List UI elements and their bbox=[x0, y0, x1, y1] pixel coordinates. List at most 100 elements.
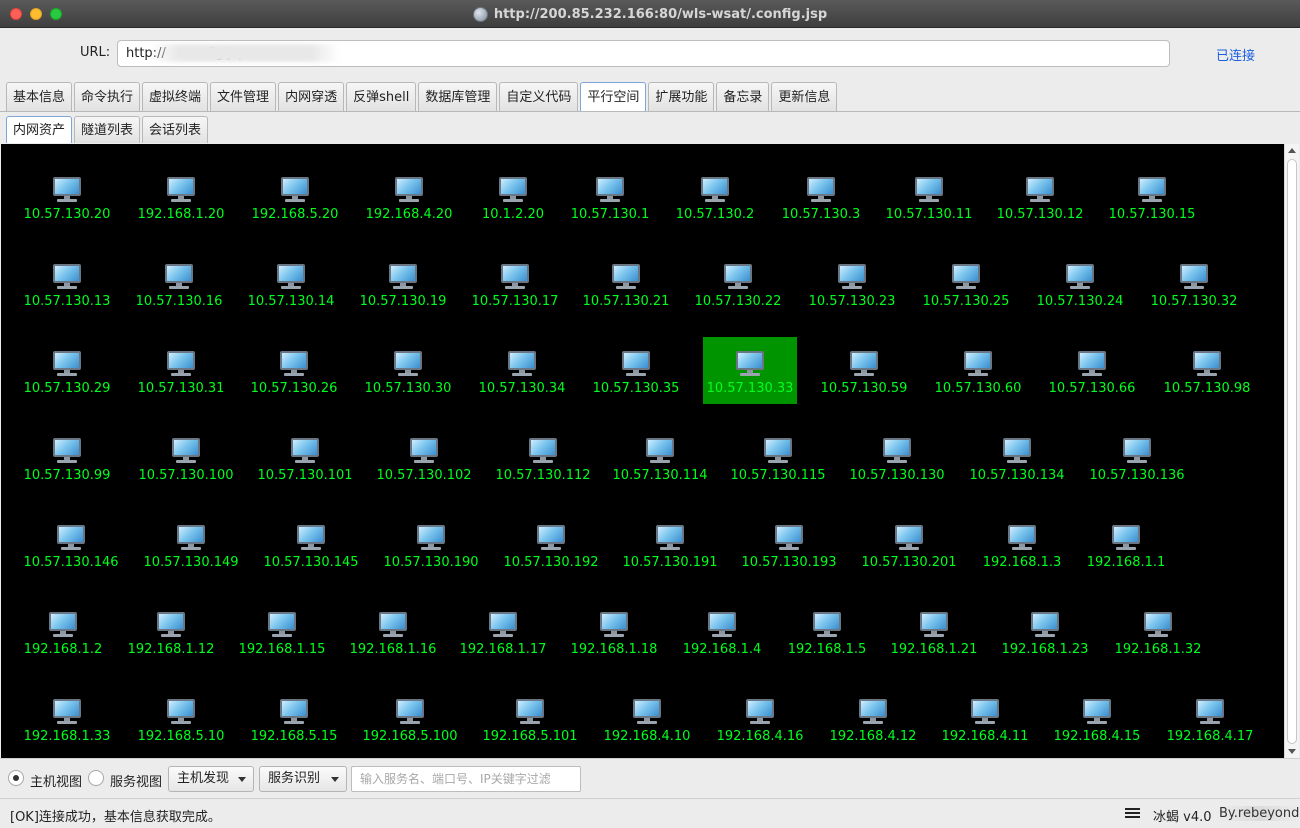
host-node[interactable]: 10.57.130.100 bbox=[131, 438, 241, 498]
host-node[interactable]: 10.57.130.14 bbox=[236, 264, 346, 324]
host-node[interactable]: 192.168.1.4 bbox=[667, 612, 777, 672]
host-node[interactable]: 10.57.130.149 bbox=[136, 525, 246, 585]
tab-reverse-shell[interactable]: 反弹shell bbox=[346, 82, 417, 111]
host-node[interactable]: 192.168.4.17 bbox=[1155, 699, 1265, 758]
host-node[interactable]: 192.168.1.15 bbox=[227, 612, 337, 672]
host-node[interactable]: 10.57.130.19 bbox=[348, 264, 458, 324]
host-node[interactable]: 192.168.1.21 bbox=[879, 612, 989, 672]
tab-basic-info[interactable]: 基本信息 bbox=[6, 82, 73, 111]
host-node[interactable]: 10.57.130.134 bbox=[962, 438, 1072, 498]
host-node[interactable]: 192.168.1.33 bbox=[12, 699, 122, 758]
host-node[interactable]: 10.57.130.201 bbox=[854, 525, 964, 585]
tab-command-exec[interactable]: 命令执行 bbox=[74, 82, 141, 111]
host-node[interactable]: 10.57.130.29 bbox=[12, 351, 122, 411]
host-node[interactable]: 10.57.130.98 bbox=[1152, 351, 1262, 411]
host-node[interactable]: 10.57.130.136 bbox=[1082, 438, 1192, 498]
menu-icon[interactable] bbox=[1125, 808, 1140, 819]
host-node[interactable]: 10.57.130.25 bbox=[911, 264, 1021, 324]
host-node[interactable]: 192.168.4.15 bbox=[1042, 699, 1152, 758]
host-node[interactable]: 10.57.130.31 bbox=[126, 351, 236, 411]
host-view-label[interactable]: 主机视图 bbox=[30, 771, 82, 790]
host-node[interactable]: 10.57.130.101 bbox=[250, 438, 360, 498]
host-node[interactable]: 192.168.1.16 bbox=[338, 612, 448, 672]
tab-update-info[interactable]: 更新信息 bbox=[771, 82, 838, 111]
host-node[interactable]: 10.57.130.21 bbox=[571, 264, 681, 324]
host-node[interactable]: 192.168.5.15 bbox=[239, 699, 349, 758]
host-node[interactable]: 10.57.130.191 bbox=[615, 525, 725, 585]
host-node[interactable]: 192.168.5.100 bbox=[355, 699, 465, 758]
subtab-session-list[interactable]: 会话列表 bbox=[142, 116, 209, 143]
host-node[interactable]: 10.57.130.35 bbox=[581, 351, 691, 411]
host-node[interactable]: 10.57.130.23 bbox=[797, 264, 907, 324]
service-identify-dropdown[interactable]: 服务识别 bbox=[259, 766, 347, 792]
host-node[interactable]: 10.57.130.99 bbox=[12, 438, 122, 498]
host-node[interactable]: 10.57.130.16 bbox=[124, 264, 234, 324]
tab-parallel-space[interactable]: 平行空间 bbox=[580, 82, 647, 111]
host-node[interactable]: 10.57.130.130 bbox=[842, 438, 952, 498]
host-node[interactable]: 10.57.130.145 bbox=[256, 525, 366, 585]
host-node[interactable]: 10.57.130.15 bbox=[1097, 177, 1207, 237]
host-node[interactable]: 10.57.130.146 bbox=[16, 525, 126, 585]
host-node[interactable]: 10.57.130.11 bbox=[874, 177, 984, 237]
filter-input[interactable] bbox=[351, 766, 581, 792]
host-node[interactable]: 10.57.130.3 bbox=[766, 177, 876, 237]
service-view-label[interactable]: 服务视图 bbox=[110, 771, 162, 790]
host-node[interactable]: 10.57.130.114 bbox=[605, 438, 715, 498]
host-node[interactable]: 10.57.130.112 bbox=[488, 438, 598, 498]
host-node[interactable]: 10.57.130.12 bbox=[985, 177, 1095, 237]
host-node[interactable]: 10.57.130.192 bbox=[496, 525, 606, 585]
host-node[interactable]: 10.57.130.60 bbox=[923, 351, 1033, 411]
host-node[interactable]: 10.57.130.24 bbox=[1025, 264, 1135, 324]
tab-memo[interactable]: 备忘录 bbox=[716, 82, 770, 111]
host-node[interactable]: 10.57.130.66 bbox=[1037, 351, 1147, 411]
subtab-intranet-assets[interactable]: 内网资产 bbox=[6, 116, 73, 143]
scroll-thumb[interactable] bbox=[1287, 159, 1297, 744]
host-node[interactable]: 10.57.130.22 bbox=[683, 264, 793, 324]
host-node[interactable]: 192.168.1.20 bbox=[126, 177, 236, 237]
host-discovery-dropdown[interactable]: 主机发现 bbox=[168, 766, 254, 792]
host-node[interactable]: 192.168.1.5 bbox=[772, 612, 882, 672]
host-node[interactable]: 10.57.130.59 bbox=[809, 351, 919, 411]
host-view-radio[interactable] bbox=[8, 770, 24, 786]
host-node[interactable]: 10.1.2.20 bbox=[458, 177, 568, 237]
host-node[interactable]: 192.168.5.20 bbox=[240, 177, 350, 237]
host-node[interactable]: 192.168.1.2 bbox=[8, 612, 118, 672]
scroll-up-icon[interactable] bbox=[1288, 148, 1296, 153]
host-node[interactable]: 10.57.130.1 bbox=[555, 177, 665, 237]
tab-virtual-terminal[interactable]: 虚拟终端 bbox=[142, 82, 209, 111]
tab-file-manager[interactable]: 文件管理 bbox=[210, 82, 277, 111]
host-node[interactable]: 192.168.4.16 bbox=[705, 699, 815, 758]
host-node[interactable]: 10.57.130.115 bbox=[723, 438, 833, 498]
host-node[interactable]: 10.57.130.32 bbox=[1139, 264, 1249, 324]
host-node[interactable]: 192.168.4.11 bbox=[930, 699, 1040, 758]
scroll-down-icon[interactable] bbox=[1288, 749, 1296, 754]
host-node[interactable]: 10.57.130.193 bbox=[734, 525, 844, 585]
host-node[interactable]: 192.168.1.3 bbox=[967, 525, 1077, 585]
host-node[interactable]: 192.168.1.23 bbox=[990, 612, 1100, 672]
host-node[interactable]: 192.168.1.18 bbox=[559, 612, 669, 672]
host-node[interactable]: 192.168.5.10 bbox=[126, 699, 236, 758]
subtab-tunnel-list[interactable]: 隧道列表 bbox=[74, 116, 141, 143]
host-node[interactable]: 10.57.130.26 bbox=[239, 351, 349, 411]
host-node[interactable]: 192.168.4.12 bbox=[818, 699, 928, 758]
host-node[interactable]: 10.57.130.190 bbox=[376, 525, 486, 585]
host-node[interactable]: 192.168.4.20 bbox=[354, 177, 464, 237]
host-map-canvas[interactable]: 10.57.130.20 192.168.1.20 192.168.5.20 192.… bbox=[1, 144, 1284, 758]
host-node[interactable]: 10.57.130.30 bbox=[353, 351, 463, 411]
host-node[interactable]: 10.57.130.17 bbox=[460, 264, 570, 324]
tab-database-manager[interactable]: 数据库管理 bbox=[418, 82, 498, 111]
host-node[interactable]: 10.57.130.34 bbox=[467, 351, 577, 411]
tab-intranet-tunnel[interactable]: 内网穿透 bbox=[278, 82, 345, 111]
service-view-radio[interactable] bbox=[88, 770, 104, 786]
host-node[interactable]: 10.57.130.33 bbox=[695, 337, 805, 411]
host-node[interactable]: 192.168.1.1 bbox=[1071, 525, 1181, 585]
host-node[interactable]: 192.168.1.17 bbox=[448, 612, 558, 672]
host-node[interactable]: 10.57.130.20 bbox=[12, 177, 122, 237]
host-node[interactable]: 10.57.130.102 bbox=[369, 438, 479, 498]
host-node[interactable]: 192.168.4.10 bbox=[592, 699, 702, 758]
host-node[interactable]: 192.168.5.101 bbox=[475, 699, 585, 758]
host-node[interactable]: 10.57.130.2 bbox=[660, 177, 770, 237]
host-node[interactable]: 192.168.1.12 bbox=[116, 612, 226, 672]
connection-status[interactable]: 已连接 bbox=[1216, 45, 1255, 64]
tab-custom-code[interactable]: 自定义代码 bbox=[499, 82, 579, 111]
